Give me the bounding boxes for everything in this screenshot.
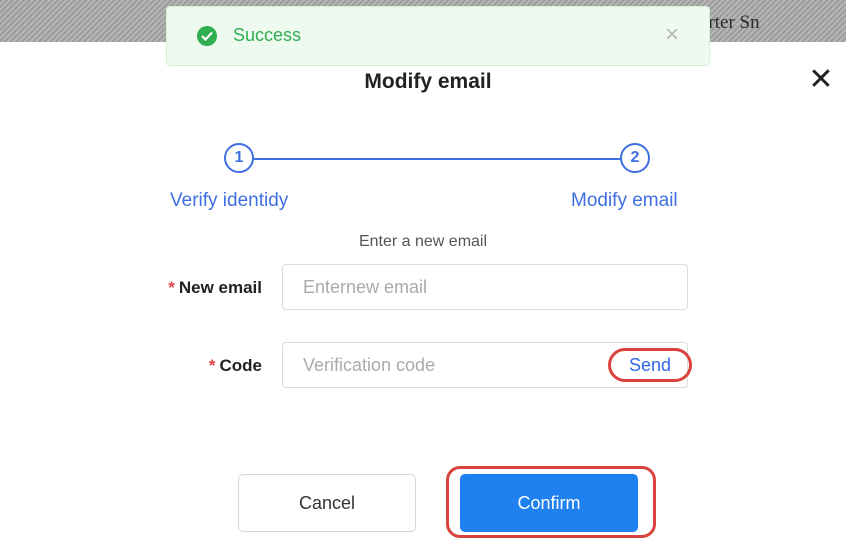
- new-email-input[interactable]: Enternew email: [282, 264, 688, 310]
- step-instruction: Enter a new email: [358, 233, 488, 250]
- new-email-label: * New email: [100, 278, 262, 298]
- close-icon[interactable]: ✕: [806, 65, 836, 95]
- confirm-button[interactable]: Confirm: [460, 474, 638, 532]
- code-label-text: Code: [219, 356, 263, 375]
- send-code-button[interactable]: Send: [608, 348, 692, 382]
- toast-close-icon[interactable]: ×: [665, 21, 679, 49]
- step-1-indicator: 1: [224, 143, 254, 173]
- new-email-placeholder: Enternew email: [303, 277, 428, 297]
- step-2-label: Modify email: [571, 190, 678, 211]
- cancel-button[interactable]: Cancel: [238, 474, 416, 532]
- dialog-title: Modify email: [364, 70, 492, 93]
- code-label: * Code: [100, 356, 262, 376]
- new-email-label-text: New email: [178, 278, 262, 297]
- step-connector: [254, 158, 620, 160]
- toast-message: Success: [233, 25, 302, 45]
- step-2-indicator: 2: [620, 143, 650, 173]
- step-1-label: Verify identidy: [170, 190, 289, 211]
- required-mark: *: [208, 356, 216, 375]
- check-circle-icon: [197, 26, 217, 46]
- verification-code-placeholder: Verification code: [303, 355, 436, 375]
- required-mark: *: [168, 278, 175, 297]
- success-toast: Success ×: [166, 6, 710, 66]
